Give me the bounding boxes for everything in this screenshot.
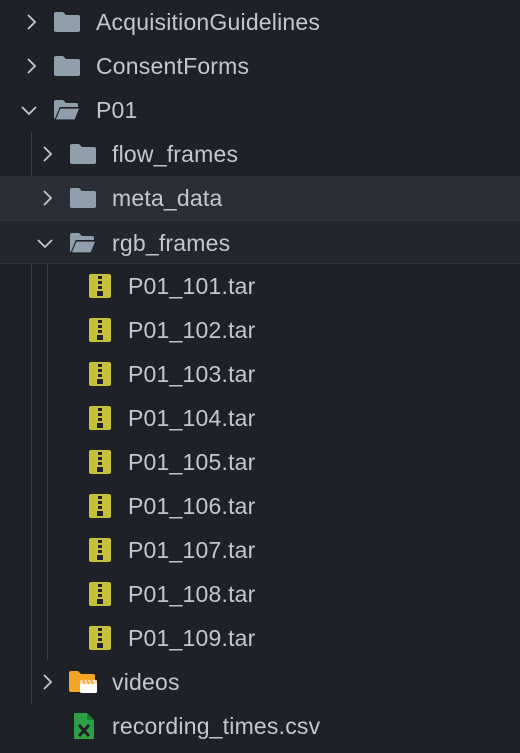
- archive-file-icon: [85, 484, 115, 528]
- archive-file-icon: [85, 308, 115, 352]
- tree-item-p01-108-tar[interactable]: P01_108.tar: [0, 572, 520, 616]
- chevron-right-icon[interactable]: [37, 176, 57, 220]
- tree-item-p01-109-tar[interactable]: P01_109.tar: [0, 616, 520, 660]
- tree-item-flow-frames[interactable]: flow_frames: [0, 132, 520, 176]
- tree-item-label: P01_105.tar: [128, 448, 256, 475]
- tree-item-label: AcquisitionGuidelines: [96, 8, 321, 35]
- chevron-right-icon[interactable]: [21, 0, 41, 44]
- tree-item-p01-102-tar[interactable]: P01_102.tar: [0, 308, 520, 352]
- chevron-down-icon[interactable]: [35, 221, 55, 265]
- tree-item-label: videos: [112, 668, 180, 695]
- tree-item-p01-103-tar[interactable]: P01_103.tar: [0, 352, 520, 396]
- tree-item-videos[interactable]: videos: [0, 660, 520, 704]
- archive-file-icon: [85, 616, 115, 660]
- tree-item-label: rgb_frames: [112, 229, 231, 256]
- tree-item-label: P01_103.tar: [128, 360, 256, 387]
- chevron-down-icon[interactable]: [19, 88, 39, 132]
- tree-item-label: flow_frames: [112, 140, 239, 167]
- archive-file-icon: [85, 264, 115, 308]
- chevron-right-icon[interactable]: [37, 660, 57, 704]
- tree-item-label: P01_108.tar: [128, 580, 256, 607]
- chevron-right-icon[interactable]: [21, 44, 41, 88]
- archive-file-icon: [85, 528, 115, 572]
- tree-item-label: recording_times.csv: [112, 712, 321, 739]
- tree-item-consentforms[interactable]: ConsentForms: [0, 44, 520, 88]
- tree-item-label: P01_107.tar: [128, 536, 256, 563]
- folder-icon: [68, 176, 98, 220]
- tree-item-rgb-frames[interactable]: rgb_frames: [0, 220, 520, 264]
- tree-item-label: ConsentForms: [96, 52, 250, 79]
- file-explorer-tree: AcquisitionGuidelines ConsentForms P01 f…: [0, 0, 520, 753]
- tree-item-acquisitionguidelines[interactable]: AcquisitionGuidelines: [0, 0, 520, 44]
- folder-open-icon: [52, 88, 82, 132]
- tree-item-p01-104-tar[interactable]: P01_104.tar: [0, 396, 520, 440]
- tree-item-p01-106-tar[interactable]: P01_106.tar: [0, 484, 520, 528]
- tree-item-label: P01_101.tar: [128, 272, 256, 299]
- folder-open-icon: [68, 221, 98, 265]
- tree-item-label: P01_106.tar: [128, 492, 256, 519]
- tree-item-label: P01_109.tar: [128, 624, 256, 651]
- tree-item-label: P01_102.tar: [128, 316, 256, 343]
- chevron-right-icon[interactable]: [37, 132, 57, 176]
- video-folder-icon: [68, 660, 98, 704]
- tree-item-p01-107-tar[interactable]: P01_107.tar: [0, 528, 520, 572]
- tree-item-p01-105-tar[interactable]: P01_105.tar: [0, 440, 520, 484]
- archive-file-icon: [85, 572, 115, 616]
- archive-file-icon: [85, 440, 115, 484]
- tree-item-p01[interactable]: P01: [0, 88, 520, 132]
- folder-icon: [52, 0, 82, 44]
- folder-icon: [68, 132, 98, 176]
- folder-icon: [52, 44, 82, 88]
- tree-item-meta-data[interactable]: meta_data: [0, 176, 520, 220]
- tree-item-label: P01: [96, 96, 138, 123]
- csv-file-icon: [69, 704, 99, 748]
- tree-item-p01-101-tar[interactable]: P01_101.tar: [0, 264, 520, 308]
- tree-item-recording-times-csv[interactable]: recording_times.csv: [0, 704, 520, 748]
- tree-item-label: meta_data: [112, 184, 223, 211]
- archive-file-icon: [85, 352, 115, 396]
- tree-item-label: P01_104.tar: [128, 404, 256, 431]
- archive-file-icon: [85, 396, 115, 440]
